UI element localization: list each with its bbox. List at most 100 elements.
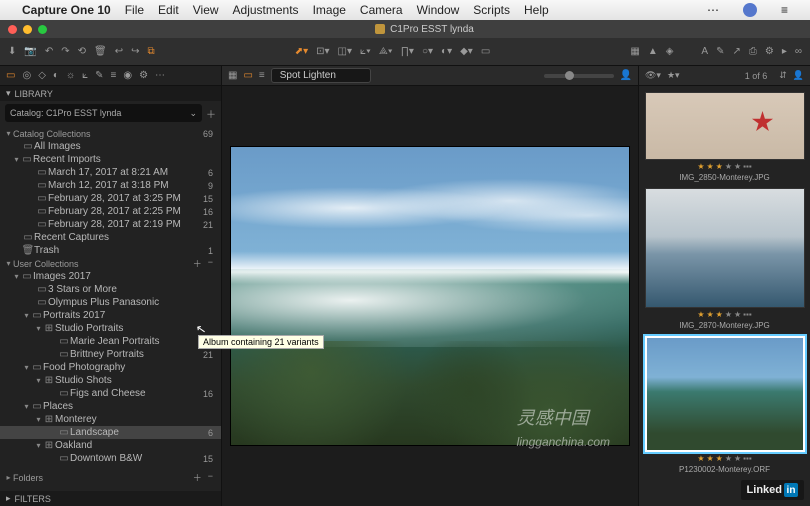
spot-tool-icon[interactable]: ○▾ (422, 46, 433, 57)
crop-tab-icon[interactable]: ⟀ (82, 70, 88, 81)
brittney-album[interactable]: ▭Brittney Portraits21 (0, 348, 221, 361)
marie-album[interactable]: ▭Marie Jean Portraits11 (0, 335, 221, 348)
color-tab-icon[interactable]: ◐ (53, 70, 59, 81)
exposure-tab-icon[interactable]: ☼ (66, 70, 75, 81)
zoom-slider[interactable] (544, 74, 614, 78)
app-name[interactable]: Capture One 10 (22, 3, 111, 17)
keystone-tool-icon[interactable]: ∏▾ (401, 46, 414, 57)
copy-adjustments-icon[interactable]: ↗ (732, 46, 740, 57)
grid-view-icon[interactable]: ▦ (630, 46, 639, 57)
adjustments-tab-icon[interactable]: ≡ (111, 70, 117, 81)
straighten-tool-icon[interactable]: ⟁▾ (379, 46, 393, 57)
minimize-window-button[interactable] (23, 25, 32, 34)
proof-icon[interactable]: ◈ (666, 46, 674, 57)
import-item[interactable]: ▭March 17, 2017 at 8:21 AM6 (0, 166, 221, 179)
places-group[interactable]: ▾▭Places (0, 400, 221, 413)
gradient-tool-icon[interactable]: ▭ (481, 46, 490, 57)
portraits-group[interactable]: ▾▭Portraits 2017 (0, 309, 221, 322)
redo-icon[interactable]: ↪ (131, 46, 139, 57)
add-folder-button[interactable]: ＋ (193, 471, 202, 484)
exposure-warning-icon[interactable]: ▲ (648, 46, 658, 57)
catalog-collections-group[interactable]: ▾Catalog Collections69 (0, 127, 221, 140)
menu-view[interactable]: View (193, 3, 219, 17)
eraser-tool-icon[interactable]: ◆▾ (460, 46, 473, 57)
capture-tab-icon[interactable]: ◎ (22, 70, 31, 81)
link-icon[interactable]: ∞ (795, 46, 802, 57)
process-icon[interactable]: ⚙ (765, 46, 774, 57)
import-item[interactable]: ▭February 28, 2017 at 2:25 PM16 (0, 205, 221, 218)
thumbnail-image[interactable] (645, 188, 805, 308)
thumbnail-item[interactable]: ★★★★★▪▪▪ IMG_2850-Monterey.JPG (645, 92, 804, 184)
import-item[interactable]: ▭February 28, 2017 at 3:25 PM15 (0, 192, 221, 205)
mask-tool-icon[interactable]: ◐▾ (441, 46, 452, 57)
menu-edit[interactable]: Edit (158, 3, 179, 17)
menu-window[interactable]: Window (417, 3, 460, 17)
undo-icon[interactable]: ↩ (115, 46, 123, 57)
remove-folder-button[interactable]: − (208, 471, 213, 484)
filters-section-header[interactable]: ▸FILTERS (0, 491, 221, 506)
view-single-icon[interactable]: ▭ (243, 70, 252, 81)
reset-icon[interactable]: ⟲ (78, 46, 86, 57)
annotations-icon[interactable]: A (701, 46, 708, 57)
color-tag-icon[interactable]: ▪▪▪ (743, 162, 752, 171)
oakland-group[interactable]: ▾⊞Oakland (0, 439, 221, 452)
user-avatar-icon[interactable] (743, 3, 757, 17)
remove-collection-button[interactable]: − (208, 257, 213, 270)
import-icon[interactable]: ⬇ (8, 46, 16, 57)
sort-icon[interactable]: ⇵ (779, 70, 787, 81)
recent-imports-item[interactable]: ▾▭Recent Imports (0, 153, 221, 166)
metadata-tab-icon[interactable]: ◉ (123, 70, 132, 81)
profile-icon[interactable]: 👤 (620, 70, 632, 81)
auto-adjust-icon[interactable]: ⧉ (148, 46, 155, 57)
import-item[interactable]: ▭February 28, 2017 at 2:19 PM21 (0, 218, 221, 231)
loupe-tool-icon[interactable]: ◫▾ (338, 46, 352, 57)
menu-help[interactable]: Help (524, 3, 549, 17)
menu-file[interactable]: File (125, 3, 144, 17)
user-collections-group[interactable]: ▾User Collections＋− (0, 257, 221, 270)
folders-group[interactable]: ▸Folders＋− (0, 471, 221, 484)
eye-icon[interactable]: 👁▾ (645, 70, 661, 81)
batch-tab-icon[interactable]: ⋯ (155, 70, 165, 81)
crop-tool-icon[interactable]: ⟀▾ (360, 46, 371, 57)
menu-extra-icon[interactable]: ≡ (781, 3, 788, 17)
all-images-item[interactable]: ▭All Images (0, 140, 221, 153)
add-collection-button[interactable]: ＋ (193, 257, 202, 270)
trash-item[interactable]: 🗑Trash1 (0, 244, 221, 257)
status-dotted-icon[interactable]: ⋯ (707, 3, 719, 17)
slideshow-icon[interactable]: ▸ (782, 46, 787, 57)
images-2017-group[interactable]: ▾▭Images 2017 (0, 270, 221, 283)
view-grid-icon[interactable]: ▦ (228, 70, 237, 81)
details-tab-icon[interactable]: ✎ (95, 70, 103, 81)
menu-camera[interactable]: Camera (360, 3, 403, 17)
view-multi-icon[interactable]: ≡ (259, 70, 265, 81)
lens-tab-icon[interactable]: ◇ (38, 70, 46, 81)
monterey-group[interactable]: ▾⊞Monterey (0, 413, 221, 426)
rating-filter-icon[interactable]: ★▾ (667, 70, 680, 81)
studio-portraits-group[interactable]: ▾⊞Studio Portraits (0, 322, 221, 335)
library-section-header[interactable]: ▾LIBRARY (0, 86, 221, 101)
color-tag-icon[interactable]: ▪▪▪ (743, 310, 752, 319)
edit-icon[interactable]: ✎ (716, 46, 724, 57)
import-item[interactable]: ▭March 12, 2017 at 3:18 PM9 (0, 179, 221, 192)
cursor-tool-icon[interactable]: ⬈▾ (295, 46, 308, 57)
close-window-button[interactable] (8, 25, 17, 34)
three-stars-album[interactable]: ▭3 Stars or More (0, 283, 221, 296)
menu-image[interactable]: Image (313, 3, 346, 17)
catalog-selector[interactable]: Catalog: C1Pro ESST lynda⌄ (5, 104, 202, 122)
thumbnail-image[interactable] (645, 336, 805, 452)
figs-album[interactable]: ▭Figs and Cheese16 (0, 387, 221, 400)
menu-adjustments[interactable]: Adjustments (233, 3, 299, 17)
recent-captures-item[interactable]: ▭Recent Captures (0, 231, 221, 244)
print-icon[interactable]: ⎙ (749, 46, 757, 57)
color-tag-icon[interactable]: ▪▪▪ (743, 454, 752, 463)
thumbnail-image[interactable] (645, 92, 805, 160)
output-tab-icon[interactable]: ⚙ (139, 70, 148, 81)
zoom-window-button[interactable] (38, 25, 47, 34)
menu-scripts[interactable]: Scripts (473, 3, 510, 17)
main-image-preview[interactable] (230, 146, 630, 446)
thumbnail-item[interactable]: ★★★★★▪▪▪ P1230002-Monterey.ORF (645, 336, 804, 476)
hand-tool-icon[interactable]: ⊡▾ (316, 46, 329, 57)
food-group[interactable]: ▾▭Food Photography (0, 361, 221, 374)
trash-icon[interactable]: 🗑 (94, 46, 107, 57)
add-catalog-button[interactable]: ＋ (206, 106, 216, 121)
